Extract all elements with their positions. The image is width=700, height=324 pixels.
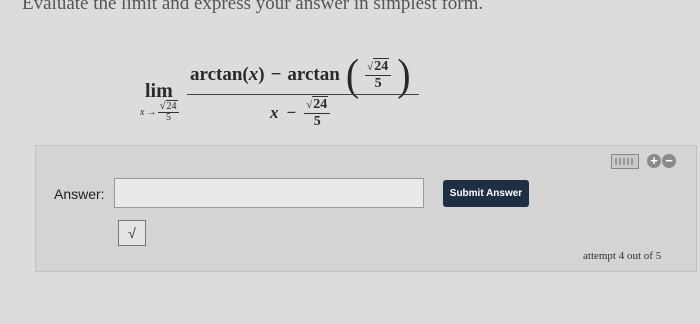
close-paren: )	[258, 64, 265, 85]
instruction-text: Evaluate the limit and express your answ…	[22, 0, 484, 14]
denominator-fraction-denominator: 5	[313, 114, 321, 129]
right-paren: )	[397, 49, 411, 100]
denominator-minus: −	[286, 103, 297, 122]
numerator-sqrt-value: 24	[373, 58, 390, 74]
answer-panel: + − Answer: Submit Answer √ attempt 4 ou…	[35, 145, 697, 272]
numerator: arctan(x) − arctan ( √ 24 5 )	[190, 49, 411, 100]
arctan-argument-fraction: √ 24 5	[365, 58, 392, 92]
attempt-counter: attempt 4 out of 5	[583, 250, 662, 262]
lim-variable: x	[140, 106, 145, 118]
sqrt-symbol: √	[159, 100, 166, 112]
arctan-label-2: arctan	[287, 64, 340, 85]
answer-label: Answer:	[54, 186, 105, 202]
numerator-fraction-denominator: 5	[374, 76, 382, 91]
minus-icon[interactable]: −	[662, 154, 676, 168]
lim-subscript: x → √24 5	[140, 100, 179, 123]
lim-arrow: →	[146, 106, 157, 118]
keyboard-icon[interactable]	[611, 154, 639, 169]
denominator-sqrt-value: 24	[312, 96, 329, 112]
sqrt-button[interactable]: √	[118, 220, 146, 246]
denominator-variable: x	[270, 103, 279, 122]
lim-denominator: 5	[165, 112, 171, 123]
limit-problem: lim x → √24 5 arctan(x) − arctan ( √ 24 5…	[140, 49, 435, 140]
denominator: x − √ 24 5	[270, 96, 331, 130]
lim-target-fraction: √24 5	[158, 100, 179, 123]
arctan-label-1: arctan(	[190, 64, 249, 85]
submit-answer-button[interactable]: Submit Answer	[443, 180, 529, 207]
minus-sign: −	[270, 64, 282, 85]
left-paren: (	[345, 49, 360, 100]
fraction-bar	[187, 94, 419, 95]
numerator-variable: x	[248, 64, 259, 85]
lim-sqrt-value: 24	[165, 100, 178, 112]
plus-icon[interactable]: +	[647, 154, 661, 168]
denominator-fraction: √ 24 5	[304, 96, 331, 130]
answer-input[interactable]	[114, 178, 424, 208]
